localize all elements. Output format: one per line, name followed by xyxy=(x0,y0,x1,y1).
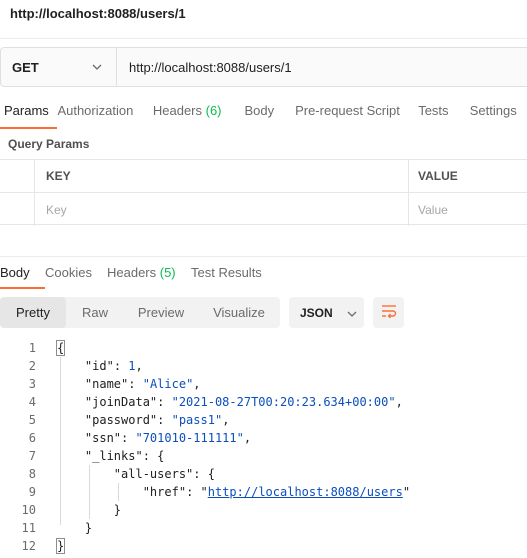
tab-authorization[interactable]: Authorization xyxy=(57,101,152,129)
line-number: 8 xyxy=(28,467,36,481)
line-number: 1 xyxy=(28,341,36,355)
response-tab-cookies[interactable]: Cookies xyxy=(45,265,107,289)
response-tab-headers[interactable]: Headers (5) xyxy=(107,265,191,289)
value-placeholder: Value xyxy=(418,202,448,217)
line-number: 3 xyxy=(28,377,36,391)
json-value: "2021-08-27T00:20:23.634+00:00" xyxy=(171,395,396,409)
tab-label: Test Results xyxy=(191,265,262,280)
key-column-header: KEY xyxy=(46,169,71,183)
line-number: 9 xyxy=(28,485,36,499)
tab-label: Headers xyxy=(152,103,206,118)
line-number: 7 xyxy=(28,449,36,463)
wrap-lines-button[interactable] xyxy=(373,297,404,328)
format-label: JSON xyxy=(300,305,333,320)
tab-pre-request-script[interactable]: Pre-request Script xyxy=(295,101,418,129)
code-line: } xyxy=(56,538,66,554)
preview-button[interactable]: Preview xyxy=(124,297,198,328)
tab-label: Body xyxy=(244,103,275,118)
json-key: "id" xyxy=(84,359,114,373)
code-line: { xyxy=(56,340,66,356)
code-line: "password": "pass1", xyxy=(84,413,230,427)
tab-label: Cookies xyxy=(45,265,92,280)
query-params-table: KEY VALUE Key Value xyxy=(0,159,527,226)
method-dropdown[interactable]: GET xyxy=(1,48,117,86)
tab-label: Params xyxy=(4,103,49,118)
code-line: } xyxy=(56,503,122,517)
tab-label: Authorization xyxy=(57,103,134,118)
tab-tests[interactable]: Tests xyxy=(418,101,470,129)
method-label: GET xyxy=(12,59,39,75)
json-value: "Alice" xyxy=(142,377,194,391)
json-value: 1 xyxy=(128,359,136,373)
json-key: "_links" xyxy=(84,449,143,463)
json-value: "701010-111111" xyxy=(135,431,244,445)
json-key: "ssn" xyxy=(84,431,122,445)
chevron-down-icon xyxy=(347,305,357,320)
table-cell xyxy=(0,193,35,226)
key-input[interactable]: Key xyxy=(36,193,409,226)
tab-body[interactable]: Body xyxy=(245,101,296,129)
url-bar: GET http://localhost:8088/users/1 xyxy=(0,47,527,87)
line-number: 10 xyxy=(21,503,36,517)
tab-label: Settings xyxy=(469,103,517,118)
table-cell: VALUE xyxy=(410,160,527,192)
line-number: 2 xyxy=(28,359,36,373)
code-line: "joinData": "2021-08-27T00:20:23.634+00:… xyxy=(84,395,403,409)
line-number: 6 xyxy=(28,431,36,445)
table-cell xyxy=(0,160,35,192)
code-line: "id": 1, xyxy=(84,359,143,373)
url-input[interactable]: http://localhost:8088/users/1 xyxy=(117,48,292,86)
line-number: 12 xyxy=(21,539,36,553)
href-link[interactable]: http://localhost:8088/users xyxy=(208,485,403,499)
divider xyxy=(0,256,527,257)
headers-count: (5) xyxy=(159,265,176,280)
tab-label: Pre-request Script xyxy=(295,103,400,118)
response-tabs: Body Cookies Headers (5) Test Results xyxy=(0,265,527,289)
line-number: 5 xyxy=(28,413,36,427)
code-line: } xyxy=(56,521,93,535)
json-key: "href" xyxy=(142,485,187,499)
chevron-down-icon xyxy=(90,60,104,74)
table-row: Key Value xyxy=(0,193,527,226)
code-line: "href": "http://localhost:8088/users" xyxy=(142,485,411,499)
line-number: 4 xyxy=(28,395,36,409)
tab-params[interactable]: Params xyxy=(0,101,58,129)
headers-count: (6) xyxy=(205,103,222,118)
json-key: "name" xyxy=(84,377,129,391)
code-line: "all-users": { xyxy=(113,467,215,481)
request-tabs: Params Authorization Headers (6) Body Pr… xyxy=(0,101,527,129)
json-key: "password" xyxy=(84,413,158,427)
visualize-button[interactable]: Visualize xyxy=(198,297,280,328)
code-line: "ssn": "701010-111111", xyxy=(84,431,252,445)
format-dropdown[interactable]: JSON xyxy=(289,297,364,328)
line-number: 11 xyxy=(21,521,36,535)
json-key: "joinData" xyxy=(84,395,158,409)
wrap-lines-icon xyxy=(381,304,397,321)
tab-headers[interactable]: Headers (6) xyxy=(153,101,245,129)
query-params-title: Query Params xyxy=(8,137,90,151)
json-key: "all-users" xyxy=(113,467,194,481)
tab-label: Tests xyxy=(418,103,449,118)
value-input[interactable]: Value xyxy=(410,193,527,226)
request-title: http://localhost:8088/users/1 xyxy=(10,6,186,21)
view-mode-selector: Pretty Raw Preview Visualize xyxy=(0,297,280,328)
pretty-button[interactable]: Pretty xyxy=(0,297,66,328)
code-line: "_links": { xyxy=(84,449,165,463)
table-cell: KEY xyxy=(36,160,409,192)
value-column-header: VALUE xyxy=(418,169,458,183)
code-line: "name": "Alice", xyxy=(84,377,201,391)
key-placeholder: Key xyxy=(46,202,67,217)
tab-label: Body xyxy=(0,265,30,280)
tab-settings[interactable]: Settings xyxy=(470,101,527,129)
raw-button[interactable]: Raw xyxy=(66,297,124,328)
tab-label: Headers xyxy=(107,265,160,280)
json-value: "pass1" xyxy=(171,413,223,427)
response-tab-body[interactable]: Body xyxy=(0,265,45,289)
response-tab-test-results[interactable]: Test Results xyxy=(191,265,281,289)
table-header-row: KEY VALUE xyxy=(0,160,527,193)
divider xyxy=(0,38,527,39)
